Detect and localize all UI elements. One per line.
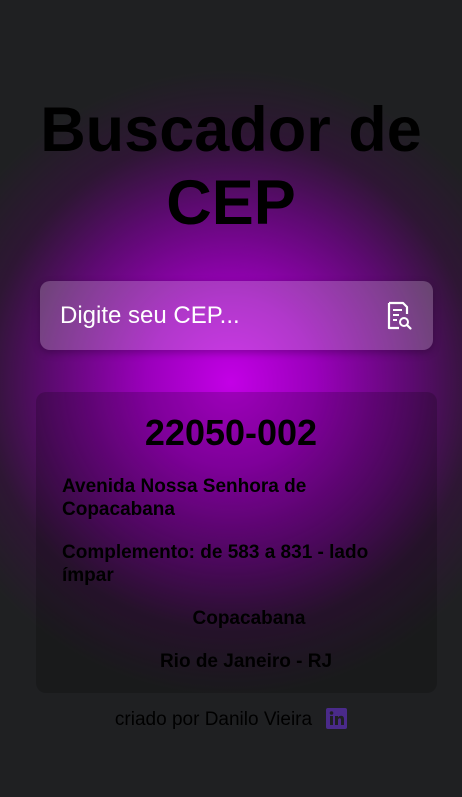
search-document-icon xyxy=(387,301,412,330)
result-street: Avenida Nossa Senhora de Copacabana xyxy=(62,476,307,520)
result-city-state: Rio de Janeiro - RJ xyxy=(159,651,333,672)
result-neighborhood: Copacabana xyxy=(192,608,306,629)
page-title-line-2: CEP xyxy=(166,168,296,238)
page-title-line-1: Buscador de xyxy=(40,95,422,165)
page-title: Buscador de CEP xyxy=(0,94,462,240)
cep-input[interactable] xyxy=(40,281,370,350)
search-bar xyxy=(40,281,433,350)
footer-credit: criado por Danilo Vieira xyxy=(114,709,313,730)
search-button[interactable] xyxy=(385,301,413,331)
linkedin-link[interactable] xyxy=(326,707,348,729)
linkedin-icon xyxy=(329,710,345,725)
result-cep: 22050-002 xyxy=(144,412,318,453)
result-complement: Complemento: de 583 a 831 - lado ímpar xyxy=(62,542,369,586)
footer: criado por Danilo Vieira xyxy=(0,707,462,732)
